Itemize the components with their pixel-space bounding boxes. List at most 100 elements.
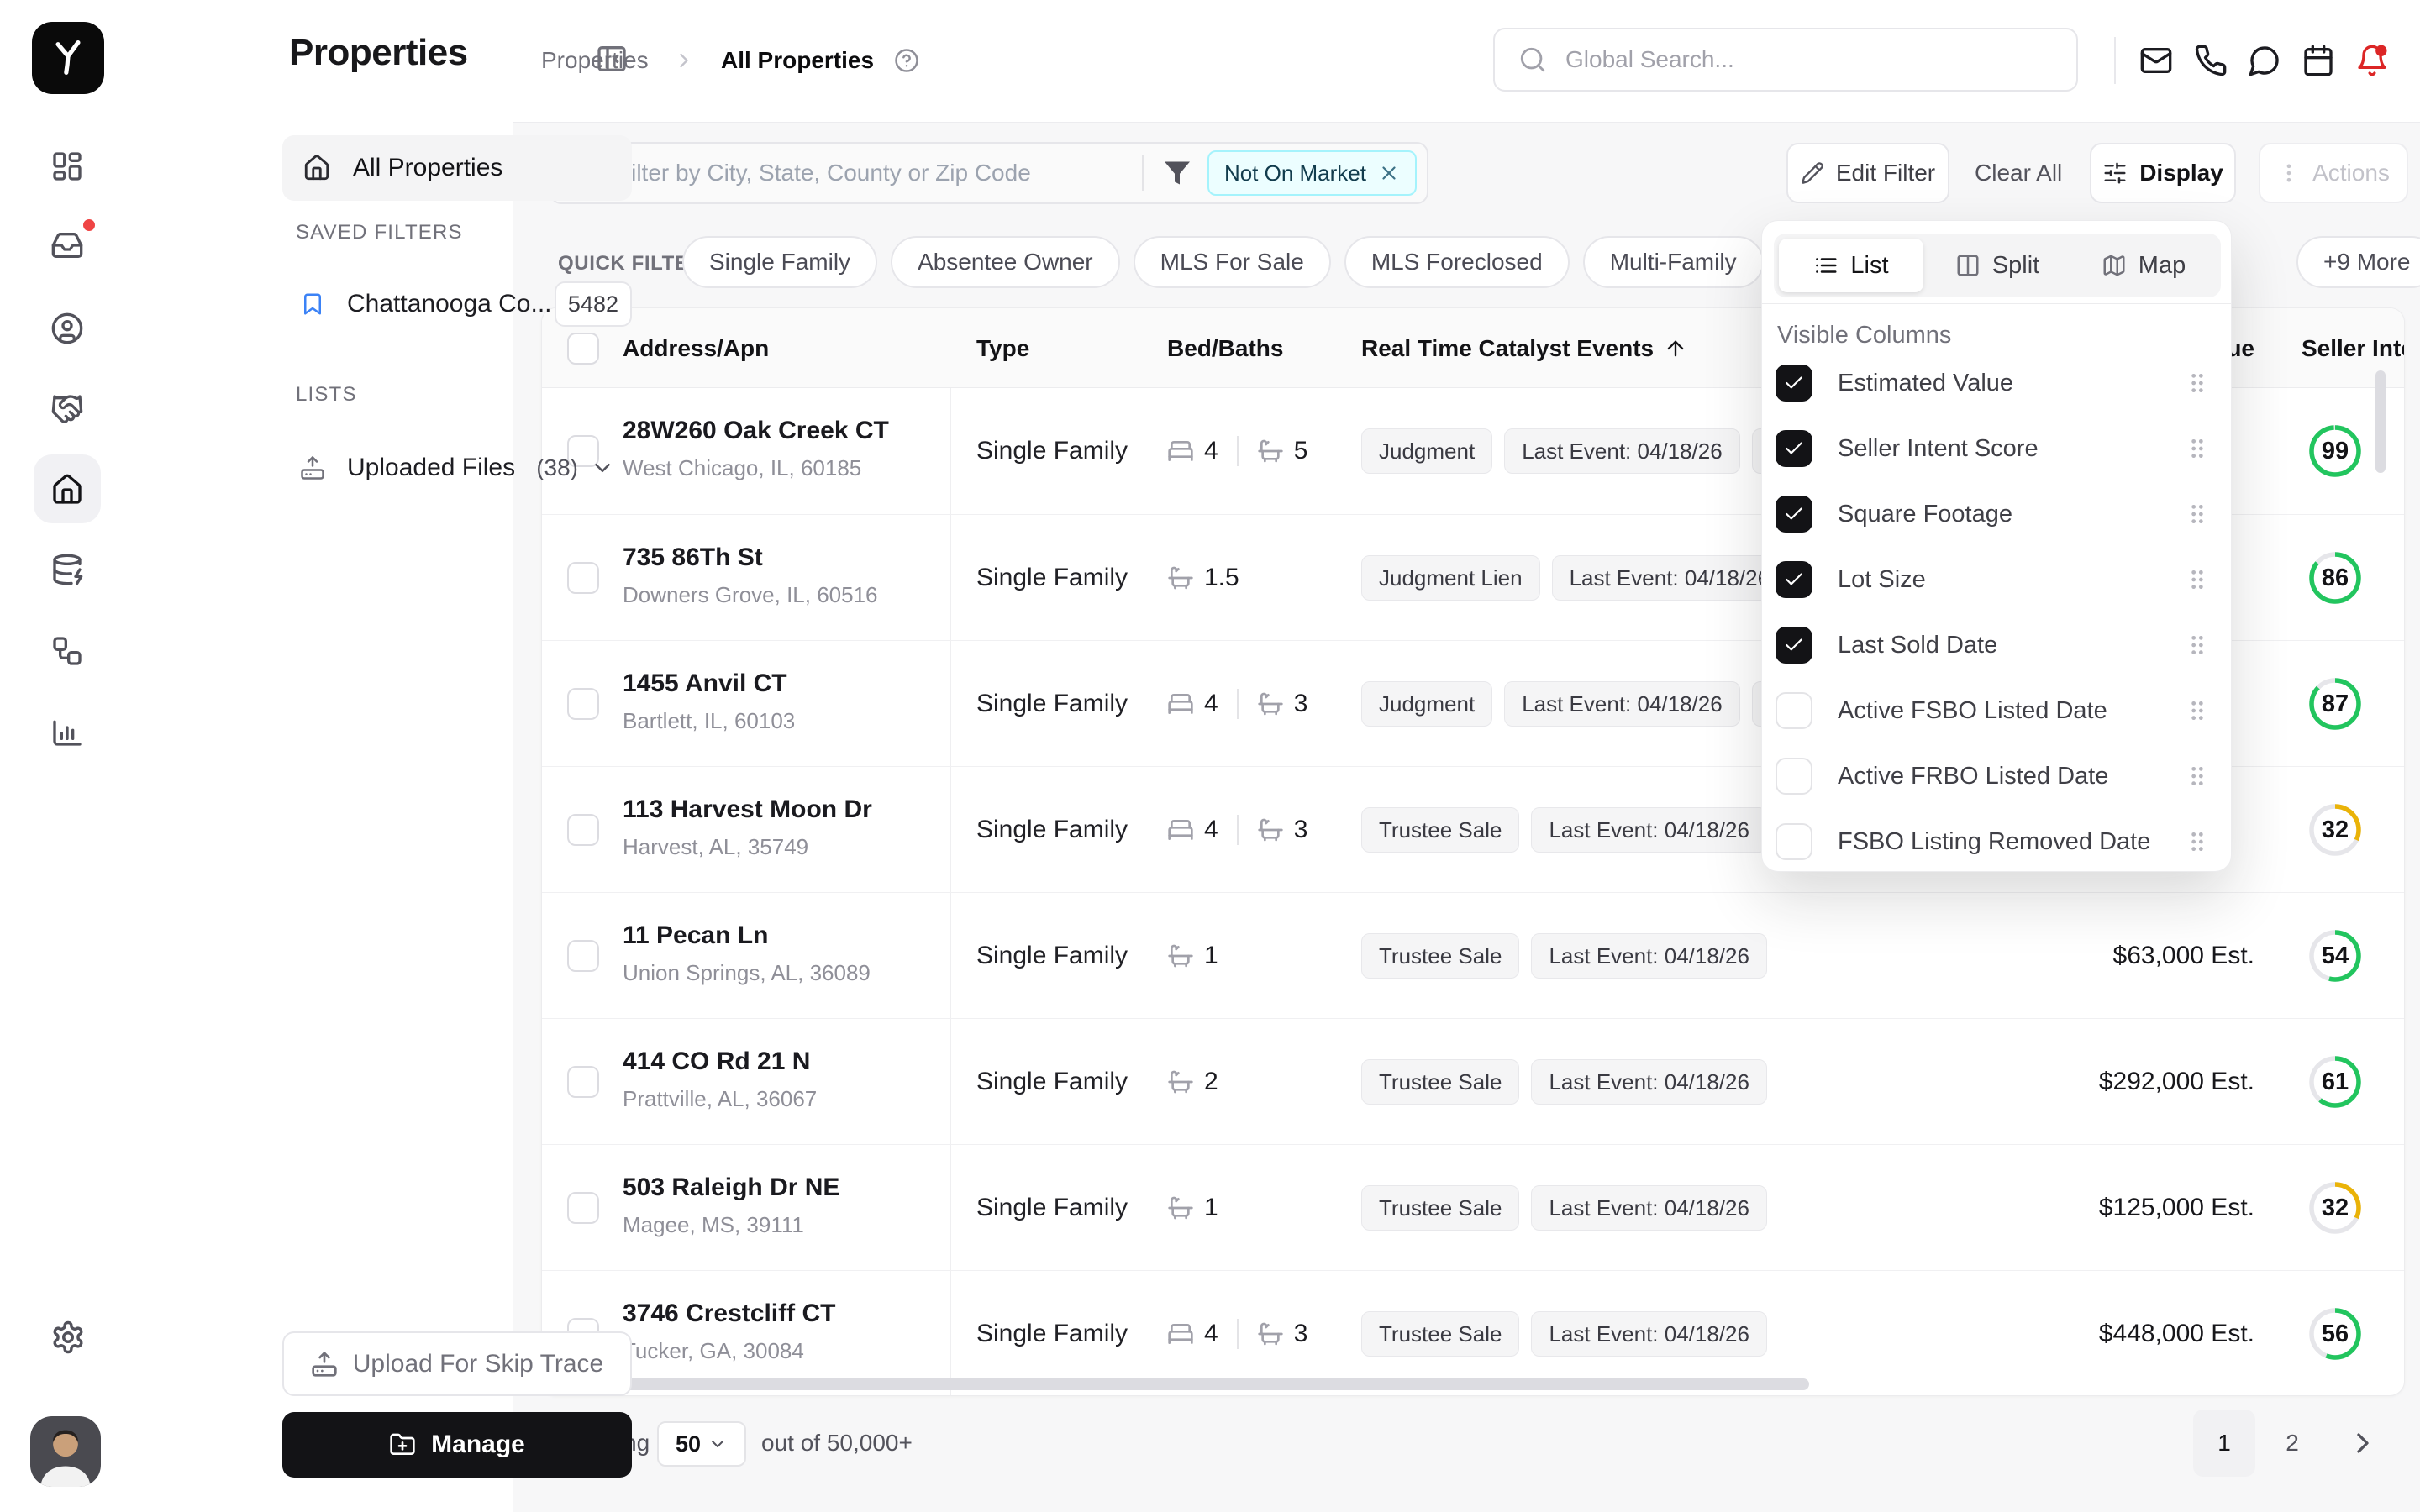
quick-filter-pill[interactable]: Single Family [682, 236, 877, 288]
column-checkbox[interactable] [1776, 692, 1812, 729]
header-type[interactable]: Type [976, 308, 1029, 388]
analytics-icon[interactable] [50, 715, 84, 748]
header-address[interactable]: Address/Apn [623, 308, 769, 388]
dashboard-icon[interactable] [50, 150, 84, 183]
deals-icon[interactable] [50, 392, 84, 426]
view-split[interactable]: Split [1925, 239, 2070, 292]
edit-filter-button[interactable]: Edit Filter [1786, 143, 1949, 203]
table-row[interactable]: 414 CO Rd 21 N Prattville, AL, 36067 Sin… [542, 1018, 2404, 1144]
quick-filter-pill[interactable]: Absentee Owner [891, 236, 1120, 288]
column-toggle-item[interactable]: Active FRBO Listed Date [1762, 743, 2231, 809]
header-seller-intent[interactable]: Seller Intent Score [2302, 308, 2405, 388]
column-toggle-item[interactable]: Lot Size [1762, 547, 2231, 612]
page-2-button[interactable]: 2 [2269, 1410, 2316, 1477]
quick-filter-pill[interactable]: MLS For Sale [1134, 236, 1331, 288]
property-address: 414 CO Rd 21 N [623, 1047, 817, 1076]
event-chip: Last Event: 04/18/26 [1531, 807, 1767, 853]
column-checkbox[interactable] [1776, 496, 1812, 533]
page-1-button[interactable]: 1 [2193, 1410, 2255, 1477]
display-button[interactable]: Display [2090, 143, 2236, 203]
bed-baths-cell: 4 3 [1167, 641, 1307, 767]
column-checkbox[interactable] [1776, 627, 1812, 664]
quick-filter-pill[interactable]: MLS Foreclosed [1344, 236, 1570, 288]
drag-handle-icon[interactable] [2189, 569, 2206, 591]
column-toggle-item[interactable]: Seller Intent Score [1762, 416, 2231, 481]
column-checkbox[interactable] [1776, 365, 1812, 402]
header-bed-baths[interactable]: Bed/Baths [1167, 308, 1283, 388]
event-chips: Trustee Sale Last Event: 04/18/26 [1361, 1019, 1767, 1145]
more-filters-pill[interactable]: +9 More [2296, 236, 2420, 288]
clear-all-button[interactable]: Clear All [1975, 143, 2062, 203]
row-checkbox[interactable] [567, 814, 599, 846]
icon-rail [0, 0, 134, 1512]
view-map[interactable]: Map [2071, 239, 2216, 292]
column-checkbox[interactable] [1776, 758, 1812, 795]
actions-button[interactable]: Actions [2259, 143, 2408, 203]
chat-icon[interactable] [2248, 44, 2281, 77]
property-city: West Chicago, IL, 60185 [623, 455, 889, 481]
select-all-checkbox[interactable] [567, 333, 599, 365]
drag-handle-icon[interactable] [2189, 634, 2206, 656]
location-filter-input[interactable]: Filter by City, State, County or Zip Cod… [550, 142, 1428, 204]
header-events[interactable]: Real Time Catalyst Events [1361, 308, 1687, 388]
horizontal-scrollbar[interactable] [549, 1378, 1809, 1390]
drag-handle-icon[interactable] [2189, 372, 2206, 394]
event-chip: Judgment [1361, 681, 1492, 727]
app-logo[interactable] [32, 22, 104, 94]
table-row[interactable]: 11 Pecan Ln Union Springs, AL, 36089 Sin… [542, 892, 2404, 1018]
data-icon[interactable] [50, 553, 84, 586]
remove-filter-x-icon[interactable] [1378, 162, 1400, 184]
drag-handle-icon[interactable] [2189, 438, 2206, 459]
column-toggle-item[interactable]: Estimated Value [1762, 350, 2231, 416]
saved-filter-item[interactable]: Chattanooga Co... 5482 [282, 277, 632, 331]
saved-filter-name: Chattanooga Co... [347, 290, 552, 318]
column-toggle-item[interactable]: FSBO Listing Removed Date [1762, 809, 2231, 874]
page-size-select[interactable]: 50 [657, 1421, 746, 1467]
settings-gear-icon[interactable] [50, 1320, 86, 1355]
vertical-scrollbar[interactable] [2375, 370, 2386, 473]
column-checkbox[interactable] [1776, 561, 1812, 598]
view-list[interactable]: List [1779, 239, 1923, 292]
global-search-input[interactable]: Global Search... [1493, 28, 2078, 92]
drag-handle-icon[interactable] [2189, 503, 2206, 525]
manage-label: Manage [431, 1431, 525, 1459]
calendar-icon[interactable] [2302, 44, 2335, 77]
workflow-icon[interactable] [50, 634, 84, 668]
next-page-chevron-icon[interactable] [2346, 1426, 2380, 1460]
quick-filter-pill[interactable]: Multi-Family [1583, 236, 1764, 288]
column-toggle-item[interactable]: Last Sold Date [1762, 612, 2231, 678]
visible-columns-heading: Visible Columns [1777, 322, 1951, 349]
bed-baths-cell: 2 [1167, 1019, 1218, 1145]
table-row[interactable]: 503 Raleigh Dr NE Magee, MS, 39111 Singl… [542, 1144, 2404, 1270]
table-row[interactable]: 3746 Crestcliff CT Tucker, GA, 30084 Sin… [542, 1270, 2404, 1396]
properties-icon[interactable] [50, 473, 84, 507]
row-checkbox[interactable] [567, 940, 599, 972]
drag-handle-icon[interactable] [2189, 765, 2206, 787]
column-toggle-item[interactable]: Square Footage [1762, 481, 2231, 547]
row-checkbox[interactable] [567, 1066, 599, 1098]
phone-icon[interactable] [2194, 44, 2228, 77]
active-filter-chip[interactable]: Not On Market [1207, 150, 1417, 196]
contacts-icon[interactable] [50, 312, 84, 345]
sidebar-item-all-properties[interactable]: All Properties [282, 135, 632, 201]
email-icon[interactable] [2139, 44, 2173, 77]
manage-button[interactable]: Manage [282, 1412, 632, 1478]
drag-handle-icon[interactable] [2189, 831, 2206, 853]
chevron-down-icon[interactable] [590, 455, 615, 480]
list-item-uploaded-files[interactable]: Uploaded Files (38) [282, 441, 632, 495]
column-toggle-item[interactable]: Active FSBO Listed Date [1762, 678, 2231, 743]
bath-icon [1257, 1320, 1284, 1347]
row-checkbox[interactable] [567, 688, 599, 720]
column-checkbox[interactable] [1776, 430, 1812, 467]
bed-icon [1167, 1320, 1194, 1347]
notifications-bell-icon[interactable] [2355, 44, 2389, 77]
user-avatar[interactable] [30, 1416, 101, 1487]
upload-skip-trace-button[interactable]: Upload For Skip Trace [282, 1331, 632, 1396]
collapse-sidebar-icon[interactable] [595, 42, 629, 76]
row-checkbox[interactable] [567, 562, 599, 594]
help-icon[interactable] [894, 48, 919, 73]
inbox-icon[interactable] [50, 228, 84, 262]
drag-handle-icon[interactable] [2189, 700, 2206, 722]
column-checkbox[interactable] [1776, 823, 1812, 860]
row-checkbox[interactable] [567, 1192, 599, 1224]
